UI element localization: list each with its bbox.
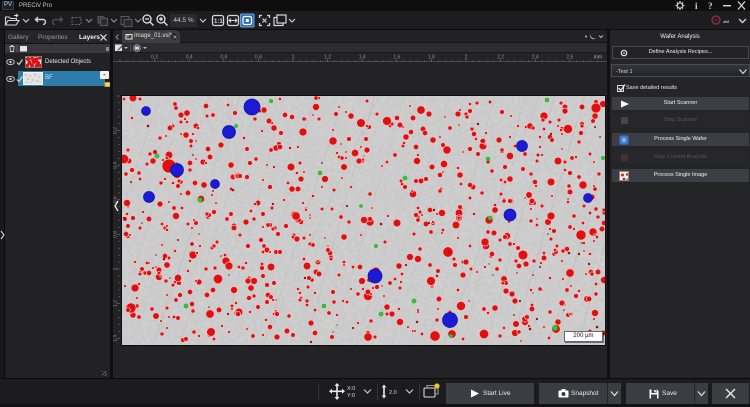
svg-text:Y:0: Y:0 xyxy=(347,393,355,399)
svg-text:?: ? xyxy=(708,1,713,11)
svg-text:i: i xyxy=(695,1,698,11)
svg-text:2.0: 2.0 xyxy=(389,390,397,396)
svg-text:X:0: X:0 xyxy=(347,386,355,392)
svg-text:mm: mm xyxy=(594,55,602,61)
svg-text:1:1: 1:1 xyxy=(214,19,223,25)
